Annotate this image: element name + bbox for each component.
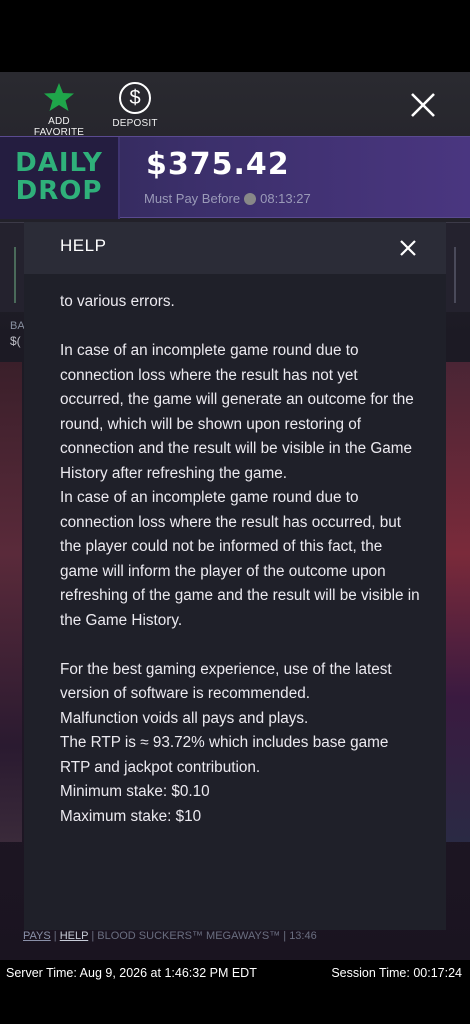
help-paragraph: Malfunction voids all pays and plays.	[60, 709, 309, 727]
balance-value-partial: $(	[10, 334, 21, 348]
daily-drop-amount: $375.42	[146, 147, 290, 182]
help-paragraph: In case of an incomplete game round due …	[60, 342, 414, 482]
footer-separator: |	[53, 930, 57, 942]
close-game-icon[interactable]	[404, 86, 442, 124]
help-header: HELP	[24, 222, 446, 274]
deposit-button[interactable]: $ DEPOSIT	[108, 82, 162, 129]
footer-separator: |	[283, 930, 287, 942]
help-paragraph: to various errors.	[60, 293, 175, 310]
add-favorite-button[interactable]: ADD FAVORITE	[22, 82, 96, 138]
dollar-icon: $	[119, 82, 151, 114]
game-name: BLOOD SUCKERS™ MEGAWAYS™	[97, 930, 281, 942]
help-paragraph: In case of an incomplete game round due …	[60, 489, 420, 629]
session-time-value: 00:17:24	[413, 966, 462, 980]
panel-edge-left	[14, 247, 24, 303]
daily-drop-banner: DAILY DROP $375.42 Must Pay Before 08:13:…	[0, 136, 470, 219]
session-time: Session Time: 00:17:24	[331, 966, 462, 980]
reel-art-right	[446, 362, 470, 842]
help-paragraph: Maximum stake: $10	[60, 807, 202, 825]
daily-drop-logo: DAILY DROP	[0, 137, 120, 219]
must-pay-label: Must Pay Before	[144, 191, 241, 206]
status-bar	[0, 0, 470, 72]
close-icon[interactable]	[396, 236, 420, 260]
footer-clock: 13:46	[289, 930, 317, 942]
help-link[interactable]: HELP	[60, 930, 89, 942]
session-time-label: Session Time:	[331, 966, 410, 980]
add-favorite-label: ADD FAVORITE	[33, 116, 85, 138]
footer-separator: |	[91, 930, 95, 942]
help-spacer	[60, 315, 420, 340]
balance-label-partial: BA	[10, 320, 25, 332]
star-icon	[44, 83, 74, 111]
help-paragraph: Minimum stake: $0.10	[60, 783, 210, 800]
help-spacer	[60, 633, 420, 658]
countdown-timer: 08:13:27	[260, 191, 311, 206]
server-bar: Server Time: Aug 9, 2026 at 1:46:32 PM E…	[0, 960, 470, 988]
bottom-nav-area	[0, 988, 470, 1024]
reel-art-left	[0, 362, 22, 842]
pays-link[interactable]: PAYS	[23, 930, 51, 942]
server-time-value: Aug 9, 2026 at 1:46:32 PM EDT	[79, 966, 257, 980]
help-content[interactable]: to various errors. In case of an incompl…	[60, 290, 420, 829]
footer-links: PAYS | HELP | BLOOD SUCKERS™ MEGAWAYS™ |…	[23, 930, 317, 942]
daily-drop-logo-line1: DAILY	[15, 148, 103, 178]
server-time-label: Server Time:	[6, 966, 77, 980]
deposit-label: DEPOSIT	[112, 118, 158, 129]
help-modal: HELP to various errors. In case of an in…	[24, 222, 446, 930]
help-paragraph: For the best gaming experience, use of t…	[60, 660, 392, 703]
panel-edge-right	[446, 247, 456, 303]
daily-drop-logo-line2: DROP	[15, 176, 103, 206]
clock-icon	[244, 193, 257, 205]
help-title: HELP	[60, 236, 107, 255]
help-paragraph: The RTP is ≈ 93.72% which includes base …	[60, 734, 389, 776]
must-pay-before: Must Pay Before 08:13:27	[144, 191, 311, 206]
server-time: Server Time: Aug 9, 2026 at 1:46:32 PM E…	[6, 966, 257, 980]
